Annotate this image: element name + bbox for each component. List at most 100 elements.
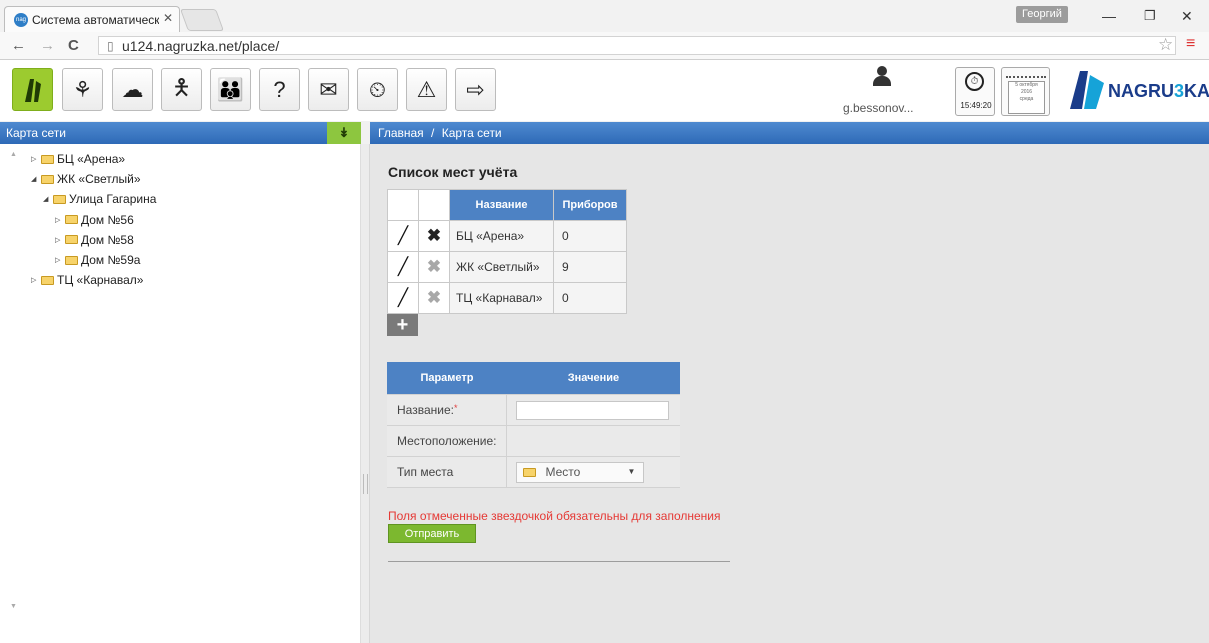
tree-item[interactable]: ▷ Дом №56: [55, 211, 134, 229]
name-field-cell: [506, 394, 680, 426]
delete-icon: ✖: [426, 288, 442, 307]
name-label-text: Название:: [397, 403, 454, 417]
scroll-up-icon[interactable]: ▲: [10, 151, 17, 158]
pencil-icon[interactable]: ╱: [398, 226, 408, 245]
device-count-cell: 0: [553, 282, 627, 314]
name-field-label: Название:*: [387, 394, 508, 426]
warning-icon: ⚠: [416, 76, 437, 102]
table-header-blank: [387, 189, 419, 221]
browser-tab[interactable]: nag Система автоматическог ✕: [4, 6, 180, 32]
breadcrumb: Главная / Карта сети: [378, 126, 502, 140]
history-button[interactable]: ⏲: [357, 68, 398, 111]
bookmark-star-icon[interactable]: ☆: [1158, 35, 1173, 55]
place-name-cell: БЦ «Арена»: [449, 220, 554, 252]
nagruzka-logo-text: NAGRU3KA: [1108, 81, 1209, 102]
url-text: u124.nagruzka.net/place/: [122, 38, 280, 54]
tree-item[interactable]: ◢ ЖК «Светлый»: [31, 170, 141, 188]
clock-time: 15:49:20: [960, 101, 992, 110]
pencil-icon[interactable]: ╱: [398, 288, 408, 307]
browser-menu-icon[interactable]: ≡: [1186, 35, 1195, 53]
reload-icon[interactable]: C: [68, 37, 79, 54]
submit-button[interactable]: Отправить: [388, 524, 476, 543]
splitter-grip[interactable]: [363, 474, 368, 494]
place-name-cell: ТЦ «Карнавал»: [449, 282, 554, 314]
alert-button[interactable]: ⚠: [406, 68, 447, 111]
forward-arrow-icon[interactable]: →: [40, 37, 55, 54]
tree-item[interactable]: ◢ Улица Гагарина: [43, 190, 156, 208]
tree-item[interactable]: ▷ ТЦ «Карнавал»: [31, 271, 143, 289]
network-map-icon: [24, 78, 41, 102]
folder-icon: [41, 275, 54, 285]
nagruzka-logo-icon: [1070, 71, 1104, 109]
scroll-down-icon[interactable]: ▼: [10, 603, 17, 610]
add-place-button[interactable]: +: [387, 314, 418, 336]
delete-cell: ✖: [418, 282, 450, 314]
network-map-button[interactable]: [12, 68, 53, 111]
divider: [388, 561, 730, 562]
chevron-down-icon: ▼: [627, 466, 636, 476]
panel-splitter[interactable]: [361, 144, 370, 643]
expanded-arrow-icon[interactable]: ◢: [43, 195, 52, 203]
mail-button[interactable]: ✉: [308, 68, 349, 111]
folder-icon: [41, 174, 54, 184]
name-input[interactable]: [516, 400, 670, 420]
tree-scrollbar[interactable]: ▲ ▼: [0, 144, 22, 643]
calendar-year: 2016: [1020, 89, 1033, 95]
cloud-tree-icon: ☁: [121, 76, 144, 102]
type-field-label: Тип места: [387, 456, 508, 488]
expanded-arrow-icon[interactable]: ◢: [31, 175, 40, 183]
folder-icon: [523, 467, 537, 477]
folder-icon: [65, 255, 78, 265]
collapsed-arrow-icon[interactable]: ▷: [55, 216, 64, 224]
username-label[interactable]: g.bessonov...: [843, 101, 914, 115]
tree-item[interactable]: ▷ БЦ «Арена»: [31, 150, 125, 168]
new-tab-button[interactable]: [179, 9, 225, 31]
question-person-icon: ?: [273, 76, 286, 102]
device-count-cell: 9: [553, 251, 627, 283]
collapse-sidebar-button[interactable]: ↡: [327, 122, 361, 144]
column-header-devices: Приборов: [553, 189, 627, 221]
form-row-name: Название:*: [387, 394, 680, 426]
back-arrow-icon[interactable]: ←: [11, 37, 26, 54]
collapsed-arrow-icon[interactable]: ▷: [55, 236, 64, 244]
location-field-label: Местоположение:: [387, 425, 508, 457]
calendar-widget[interactable]: 5 октября 2016 среда: [1001, 67, 1050, 116]
collapsed-arrow-icon[interactable]: ▷: [31, 276, 40, 284]
window-close-icon[interactable]: ✕: [1181, 8, 1193, 25]
edit-cell: ╱: [387, 251, 419, 283]
calendar-icon: [1006, 69, 1046, 78]
collapsed-arrow-icon[interactable]: ▷: [55, 256, 64, 264]
column-header-name: Название: [449, 189, 554, 221]
questions-button[interactable]: ?: [259, 68, 300, 111]
tree-item[interactable]: ▷ Дом №59а: [55, 251, 140, 269]
person-button[interactable]: 🯅: [161, 68, 202, 111]
pencil-icon[interactable]: ╱: [398, 257, 408, 276]
delete-cell: ✖: [418, 251, 450, 283]
cloud-tree-button[interactable]: ☁: [112, 68, 153, 111]
browser-profile-badge[interactable]: Георгий: [1016, 6, 1068, 23]
collapsed-arrow-icon[interactable]: ▷: [31, 155, 40, 163]
restore-icon[interactable]: ❐: [1144, 8, 1156, 24]
minimize-icon[interactable]: —: [1102, 8, 1116, 24]
url-field[interactable]: ▯ u124.nagruzka.net/place/: [98, 36, 1176, 55]
group-button[interactable]: 👪: [210, 68, 251, 111]
place-form-table: Параметр Значение Название:* Местоположе…: [387, 362, 680, 488]
breadcrumb-current: Карта сети: [441, 126, 502, 140]
location-field-cell: [506, 425, 680, 457]
calendar-date: 5 октября: [1015, 82, 1038, 88]
delete-icon[interactable]: ✖: [427, 226, 441, 245]
logout-button[interactable]: ⇨: [455, 68, 496, 111]
tree-item-label: Дом №58: [81, 232, 134, 247]
device-count-cell: 0: [553, 220, 627, 252]
breadcrumb-home[interactable]: Главная: [378, 126, 424, 140]
history-clock-icon: ⏲: [368, 76, 387, 102]
breadcrumb-separator: /: [431, 126, 435, 140]
place-type-value: Место: [545, 465, 581, 479]
close-tab-icon[interactable]: ✕: [163, 11, 173, 25]
user-avatar-icon[interactable]: [872, 66, 892, 92]
group-icon: 👪: [216, 76, 245, 102]
tree-item[interactable]: ▷ Дом №58: [55, 231, 134, 249]
delete-icon: ✖: [426, 257, 442, 276]
place-type-select[interactable]: Место ▼: [516, 461, 645, 483]
network-tree-button[interactable]: ⚘: [62, 68, 103, 111]
